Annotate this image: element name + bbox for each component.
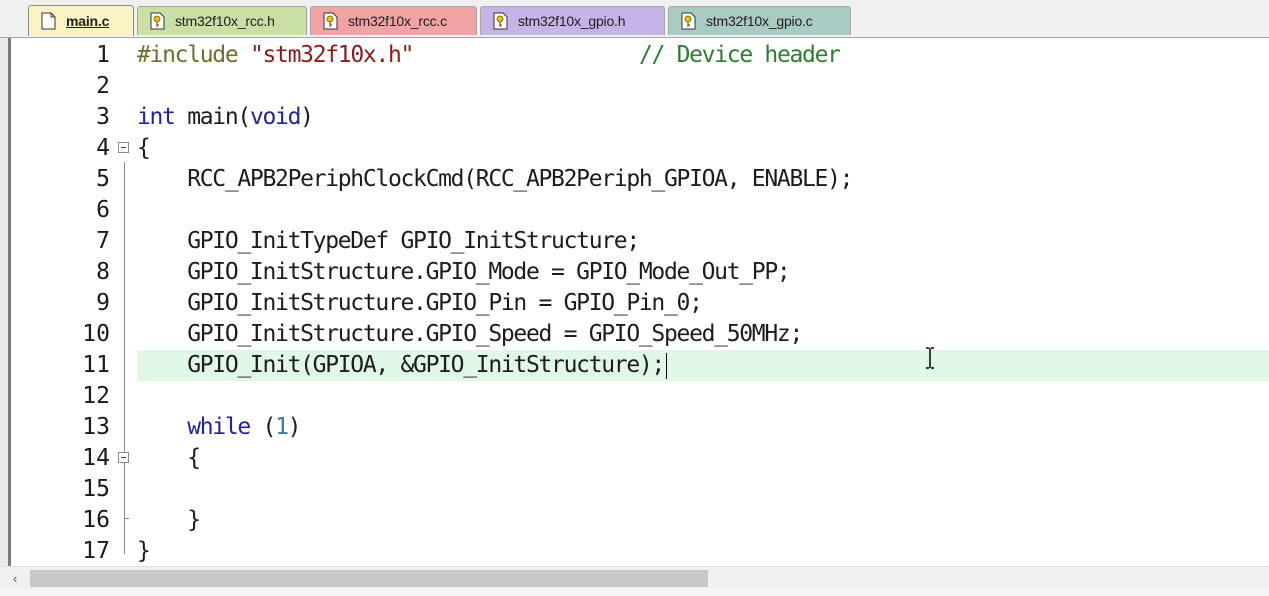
line-number: 8: [96, 259, 110, 285]
tab-stm32f10x-gpio-h[interactable]: stm32f10x_gpio.h: [480, 6, 665, 35]
code-line[interactable]: 9 GPIO_InitStructure.GPIO_Pin = GPIO_Pin…: [0, 288, 1269, 319]
code-line[interactable]: 4{: [0, 133, 1269, 164]
line-number: 12: [82, 383, 110, 409]
code-text[interactable]: }: [137, 536, 151, 566]
scroll-left-arrow-icon[interactable]: ‹: [0, 567, 30, 589]
tab-label: stm32f10x_rcc.c: [348, 13, 447, 29]
code-text[interactable]: int main(void): [137, 102, 314, 133]
line-number: 14: [82, 445, 110, 471]
code-text[interactable]: GPIO_Init(GPIOA, &GPIO_InitStructure);: [137, 350, 665, 381]
tab-stm32f10x-rcc-h[interactable]: stm32f10x_rcc.h: [137, 6, 307, 35]
tab-label: main.c: [66, 13, 110, 29]
code-text[interactable]: #include "stm32f10x.h" // Device header: [137, 40, 841, 71]
code-line[interactable]: 2: [0, 71, 1269, 102]
code-text[interactable]: {: [137, 133, 151, 164]
horizontal-scrollbar[interactable]: ‹: [0, 566, 1269, 589]
scrollbar-thumb[interactable]: [30, 570, 708, 587]
tab-label: stm32f10x_gpio.c: [706, 13, 813, 29]
code-text[interactable]: {: [137, 443, 201, 474]
code-line[interactable]: 13 while (1): [0, 412, 1269, 443]
line-number: 17: [82, 538, 110, 564]
line-number: 2: [96, 73, 110, 99]
code-line[interactable]: 3 int main(void): [0, 102, 1269, 133]
line-number: 3: [96, 104, 110, 130]
source-file-key-icon: [681, 12, 696, 30]
code-line[interactable]: 12: [0, 381, 1269, 412]
line-number: 10: [82, 321, 110, 347]
code-text[interactable]: while (1): [137, 412, 301, 443]
code-line[interactable]: 16 }: [0, 505, 1269, 536]
line-number: 11: [82, 352, 110, 378]
tab-label: stm32f10x_gpio.h: [518, 13, 626, 29]
code-line[interactable]: 15: [0, 474, 1269, 505]
code-text[interactable]: RCC_APB2PeriphClockCmd(RCC_APB2Periph_GP…: [137, 164, 853, 195]
line-number: 13: [82, 414, 110, 440]
text-caret: [665, 353, 667, 379]
code-text[interactable]: GPIO_InitTypeDef GPIO_InitStructure;: [137, 226, 640, 257]
code-editor[interactable]: 1 #include "stm32f10x.h" // Device header…: [0, 38, 1269, 566]
code-text[interactable]: GPIO_InitStructure.GPIO_Mode = GPIO_Mode…: [137, 257, 791, 288]
line-number: 9: [96, 290, 110, 316]
header-file-key-icon: [493, 12, 508, 30]
code-line[interactable]: 14 {: [0, 443, 1269, 474]
code-text[interactable]: }: [137, 505, 201, 536]
code-line[interactable]: 10 GPIO_InitStructure.GPIO_Speed = GPIO_…: [0, 319, 1269, 350]
code-line[interactable]: 17}: [0, 536, 1269, 566]
code-line[interactable]: 8 GPIO_InitStructure.GPIO_Mode = GPIO_Mo…: [0, 257, 1269, 288]
editor-tab-bar: main.c stm32f10x_rcc.h stm32f10x_rcc.c stm3…: [0, 0, 1269, 38]
code-line[interactable]: 7 GPIO_InitTypeDef GPIO_InitStructure;: [0, 226, 1269, 257]
code-line[interactable]: 5 RCC_APB2PeriphClockCmd(RCC_APB2Periph_…: [0, 164, 1269, 195]
line-number: 6: [96, 197, 110, 223]
code-line[interactable]: 1 #include "stm32f10x.h" // Device header: [0, 40, 1269, 71]
source-file-key-icon: [323, 12, 338, 30]
code-text[interactable]: GPIO_InitStructure.GPIO_Speed = GPIO_Spe…: [137, 319, 803, 350]
tab-stm32f10x-rcc-c[interactable]: stm32f10x_rcc.c: [310, 6, 477, 35]
header-file-key-icon: [150, 12, 165, 30]
tab-stm32f10x-gpio-c[interactable]: stm32f10x_gpio.c: [668, 6, 851, 35]
code-line[interactable]: 6: [0, 195, 1269, 226]
status-strip: [0, 589, 1269, 596]
line-number: 16: [82, 507, 110, 533]
line-number: 15: [82, 476, 110, 502]
ibeam-cursor-icon: [926, 347, 934, 369]
line-number: 4: [96, 135, 110, 161]
line-number: 1: [96, 42, 110, 68]
tab-main-c[interactable]: main.c: [28, 5, 134, 36]
tab-label: stm32f10x_rcc.h: [175, 13, 275, 29]
code-text[interactable]: GPIO_InitStructure.GPIO_Pin = GPIO_Pin_0…: [137, 288, 703, 319]
line-number: 5: [96, 166, 110, 192]
doc-icon: [41, 12, 56, 30]
code-line[interactable]: 11 GPIO_Init(GPIOA, &GPIO_InitStructure)…: [0, 350, 1269, 381]
line-number: 7: [96, 228, 110, 254]
